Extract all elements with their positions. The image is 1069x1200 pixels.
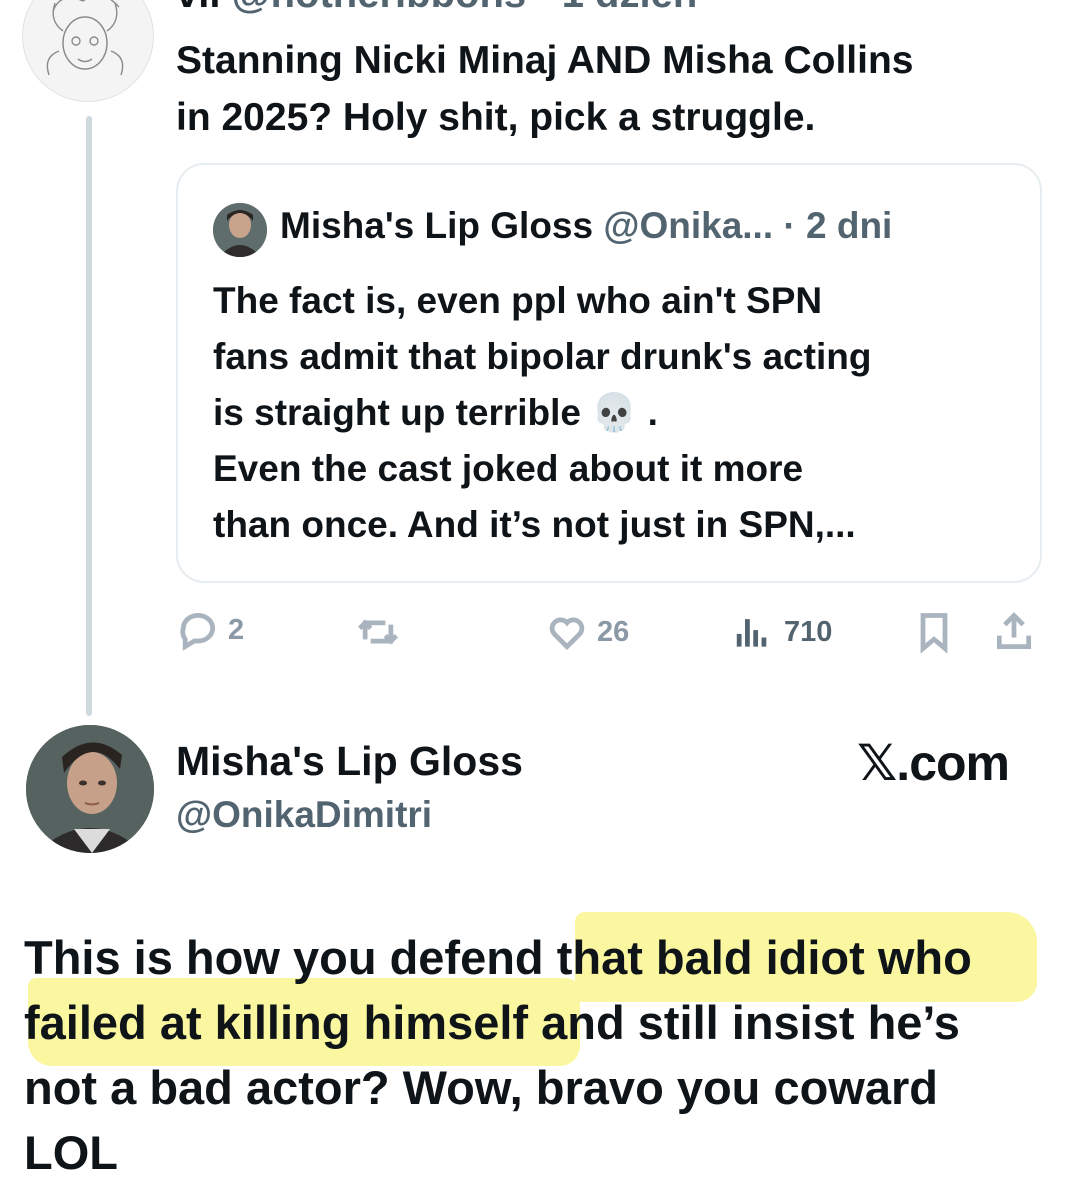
main-text-line: LOL [24,1126,118,1179]
main-text-plain: and still insist he’s [528,996,960,1049]
reply-count: 2 [228,613,245,646]
parent-header: vii @notheribbons · 1 dzień [176,0,697,17]
main-avatar[interactable] [26,725,154,853]
like-button[interactable]: 26 [545,610,629,654]
retweet-icon [357,619,399,645]
thread-line [86,116,92,716]
view-count: 710 [784,615,833,648]
quote-text: The fact is, even ppl who ain't SPN fans… [213,273,1023,553]
quote-text-line: Even the cast joked about it more [213,448,804,489]
quote-text-line: is straight up terrible 💀 . [213,392,658,433]
bookmark-icon [920,613,948,654]
share-button[interactable] [992,610,1036,654]
main-text-line: failed at killing himself and still insi… [24,990,1044,1055]
reply-button[interactable]: 2 [176,608,244,652]
quote-header: Misha's Lip Gloss @Onika... · 2 dni [280,205,892,247]
quote-author-handle[interactable]: @Onika... [603,205,773,246]
like-count: 26 [597,615,630,648]
retweet-button[interactable] [355,610,401,654]
parent-text-line: in 2025? Holy shit, pick a struggle. [176,96,816,139]
share-icon [996,612,1032,650]
quote-text-line: fans admit that bipolar drunk's acting [213,336,872,377]
main-text-line: not a bad actor? Wow, bravo you coward [24,1061,938,1114]
parent-text-line: Stanning Nicki Minaj AND Misha Collins [176,39,914,82]
main-text-highlighted: failed at killing himself [24,996,529,1049]
quote-text-line: The fact is, even ppl who ain't SPN [213,280,823,321]
quote-separator: · [773,205,806,246]
parent-author-name[interactable]: vii [176,0,220,16]
main-text-highlighted: that bald idiot who [556,931,972,984]
quote-author-name[interactable]: Misha's Lip Gloss [280,205,593,246]
main-text-line: This is how you defend that bald idiot w… [24,925,1044,990]
sketch-avatar-icon [46,0,124,76]
bookmark-button[interactable] [912,610,956,654]
quote-timestamp[interactable]: 2 dni [806,205,892,246]
parent-tweet-text: Stanning Nicki Minaj AND Misha Collins i… [176,32,1036,146]
parent-avatar[interactable] [22,0,154,102]
x-logo-brand: 𝕏.com [857,735,1010,791]
views-button[interactable]: 710 [730,610,832,654]
quote-text-line: than once. And it’s not just in SPN,... [213,504,856,545]
main-author-handle[interactable]: @OnikaDimitri [176,794,432,836]
portrait-icon [26,725,154,853]
main-author-name[interactable]: Misha's Lip Gloss [176,738,523,785]
parent-separator: · [526,0,562,16]
main-tweet-text: This is how you defend that bald idiot w… [24,925,1044,1185]
main-text-plain: This is how you defend [24,931,557,984]
reply-icon [180,612,216,651]
parent-timestamp[interactable]: 1 dzień [562,0,698,16]
quote-avatar [213,203,267,257]
views-icon [736,619,767,647]
parent-author-handle[interactable]: @notheribbons [232,0,527,16]
like-icon [549,617,585,651]
portrait-icon [213,203,267,257]
